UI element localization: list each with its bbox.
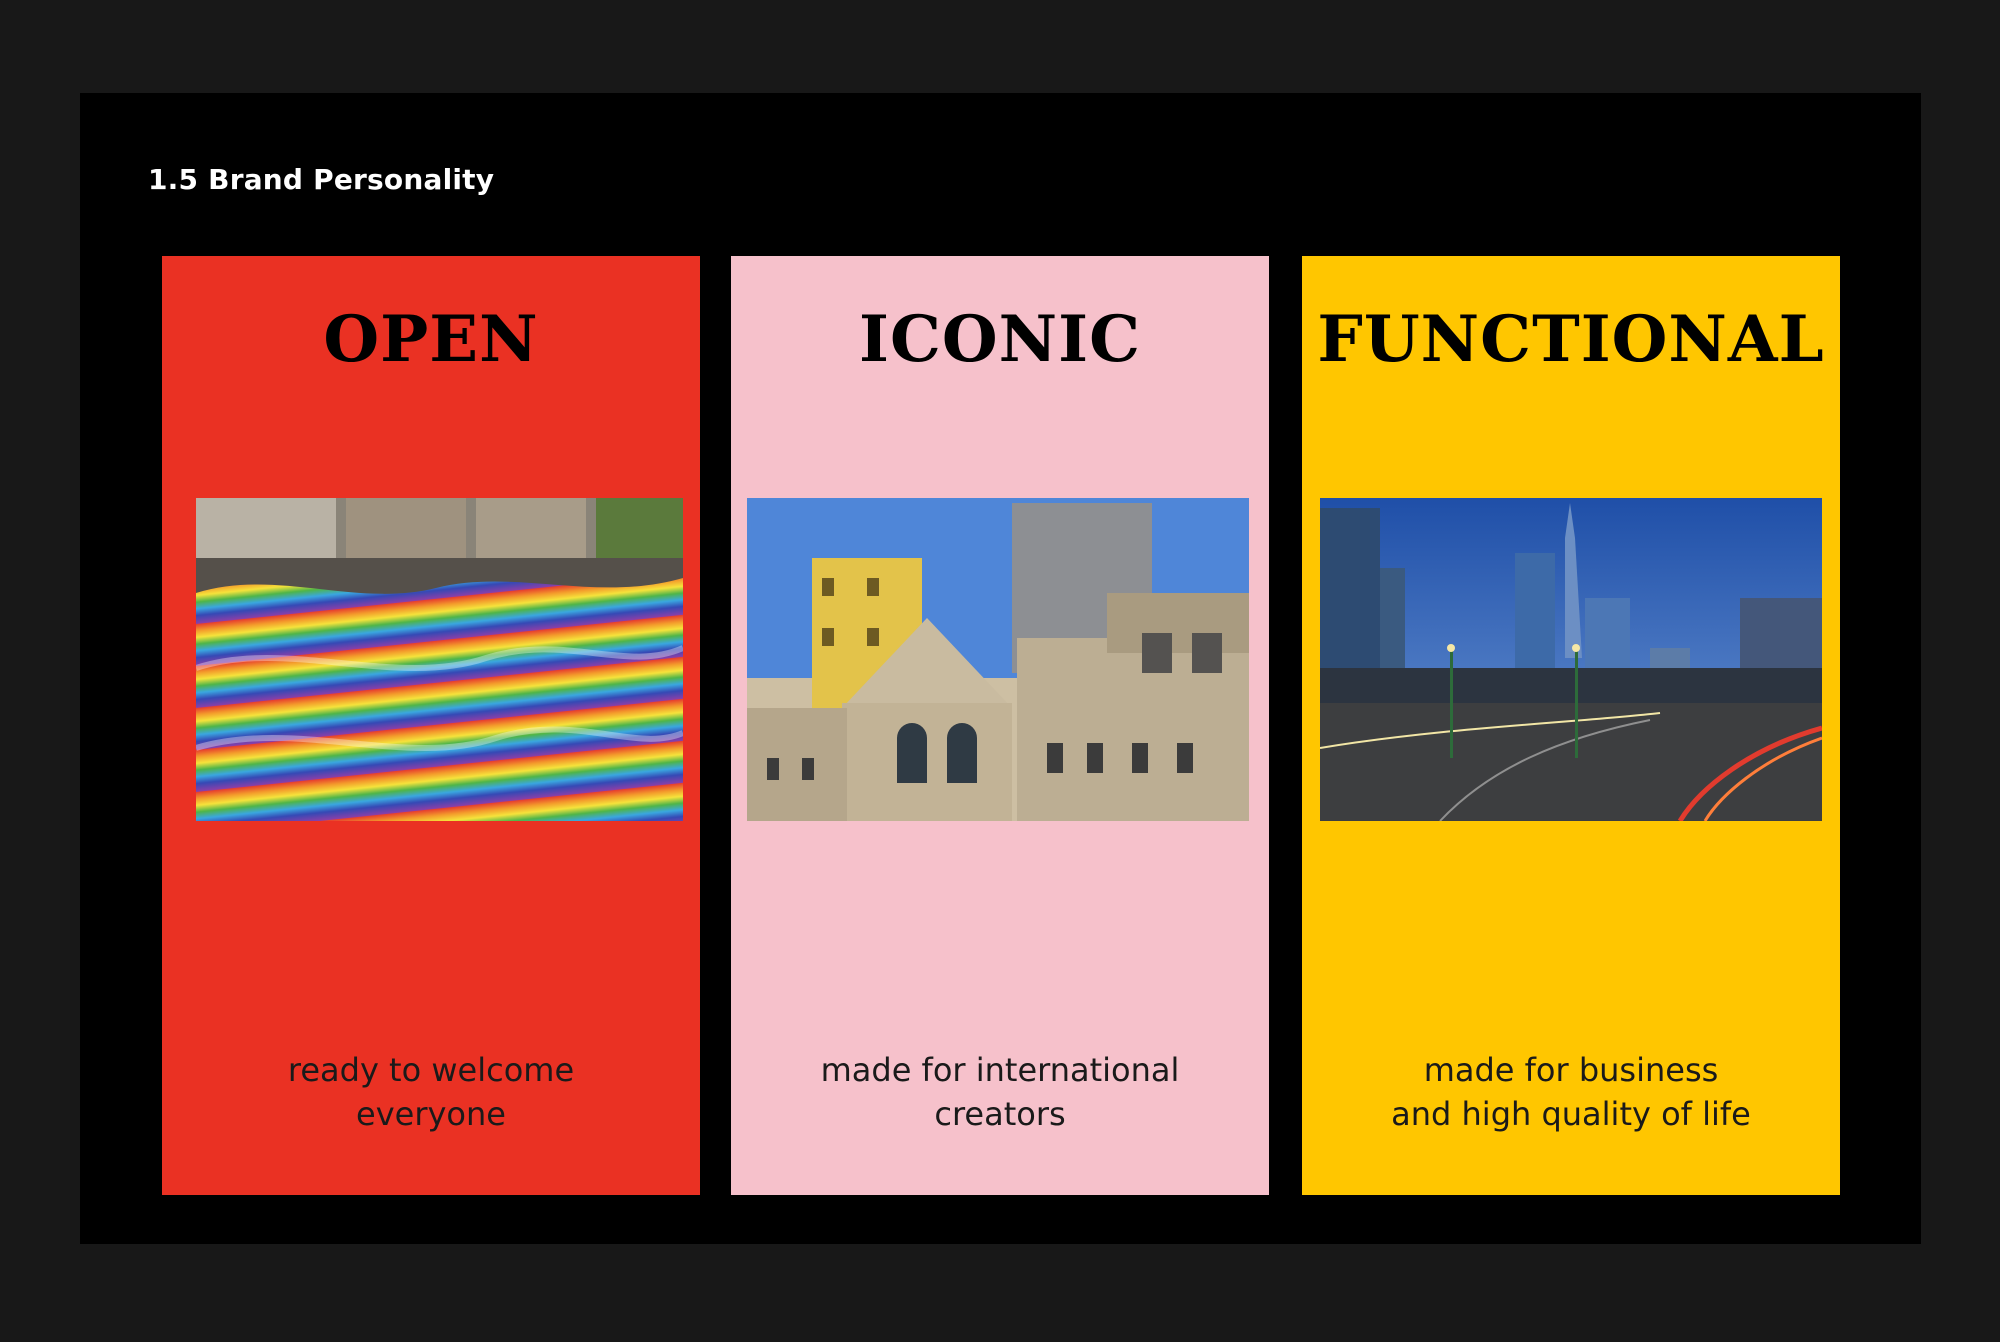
- caption-line: made for business: [1423, 1051, 1719, 1089]
- card-heading: ICONIC: [859, 302, 1141, 377]
- caption-line: and high quality of life: [1391, 1095, 1751, 1133]
- caption-line: made for international: [820, 1051, 1180, 1089]
- slide: 1.5 Brand Personality OPEN ready to welc…: [80, 93, 1921, 1244]
- city-skyline-photo: [1320, 498, 1822, 821]
- rainbow-fabric-photo: [196, 498, 683, 821]
- card-caption: made for business and high quality of li…: [1302, 1048, 1840, 1136]
- caption-line: creators: [934, 1095, 1066, 1133]
- gold-tower-building-photo: [747, 498, 1249, 821]
- caption-line: everyone: [356, 1095, 506, 1133]
- card-iconic: ICONIC made for international creators: [731, 256, 1269, 1195]
- card-open: OPEN ready to welcome everyone: [162, 256, 700, 1195]
- card-functional: FUNCTIONAL made for business and high qu…: [1302, 256, 1840, 1195]
- card-heading: FUNCTIONAL: [1317, 302, 1825, 377]
- section-title: 1.5 Brand Personality: [148, 163, 495, 196]
- card-caption: ready to welcome everyone: [162, 1048, 700, 1136]
- card-heading: OPEN: [323, 302, 539, 377]
- caption-line: ready to welcome: [287, 1051, 575, 1089]
- card-caption: made for international creators: [731, 1048, 1269, 1136]
